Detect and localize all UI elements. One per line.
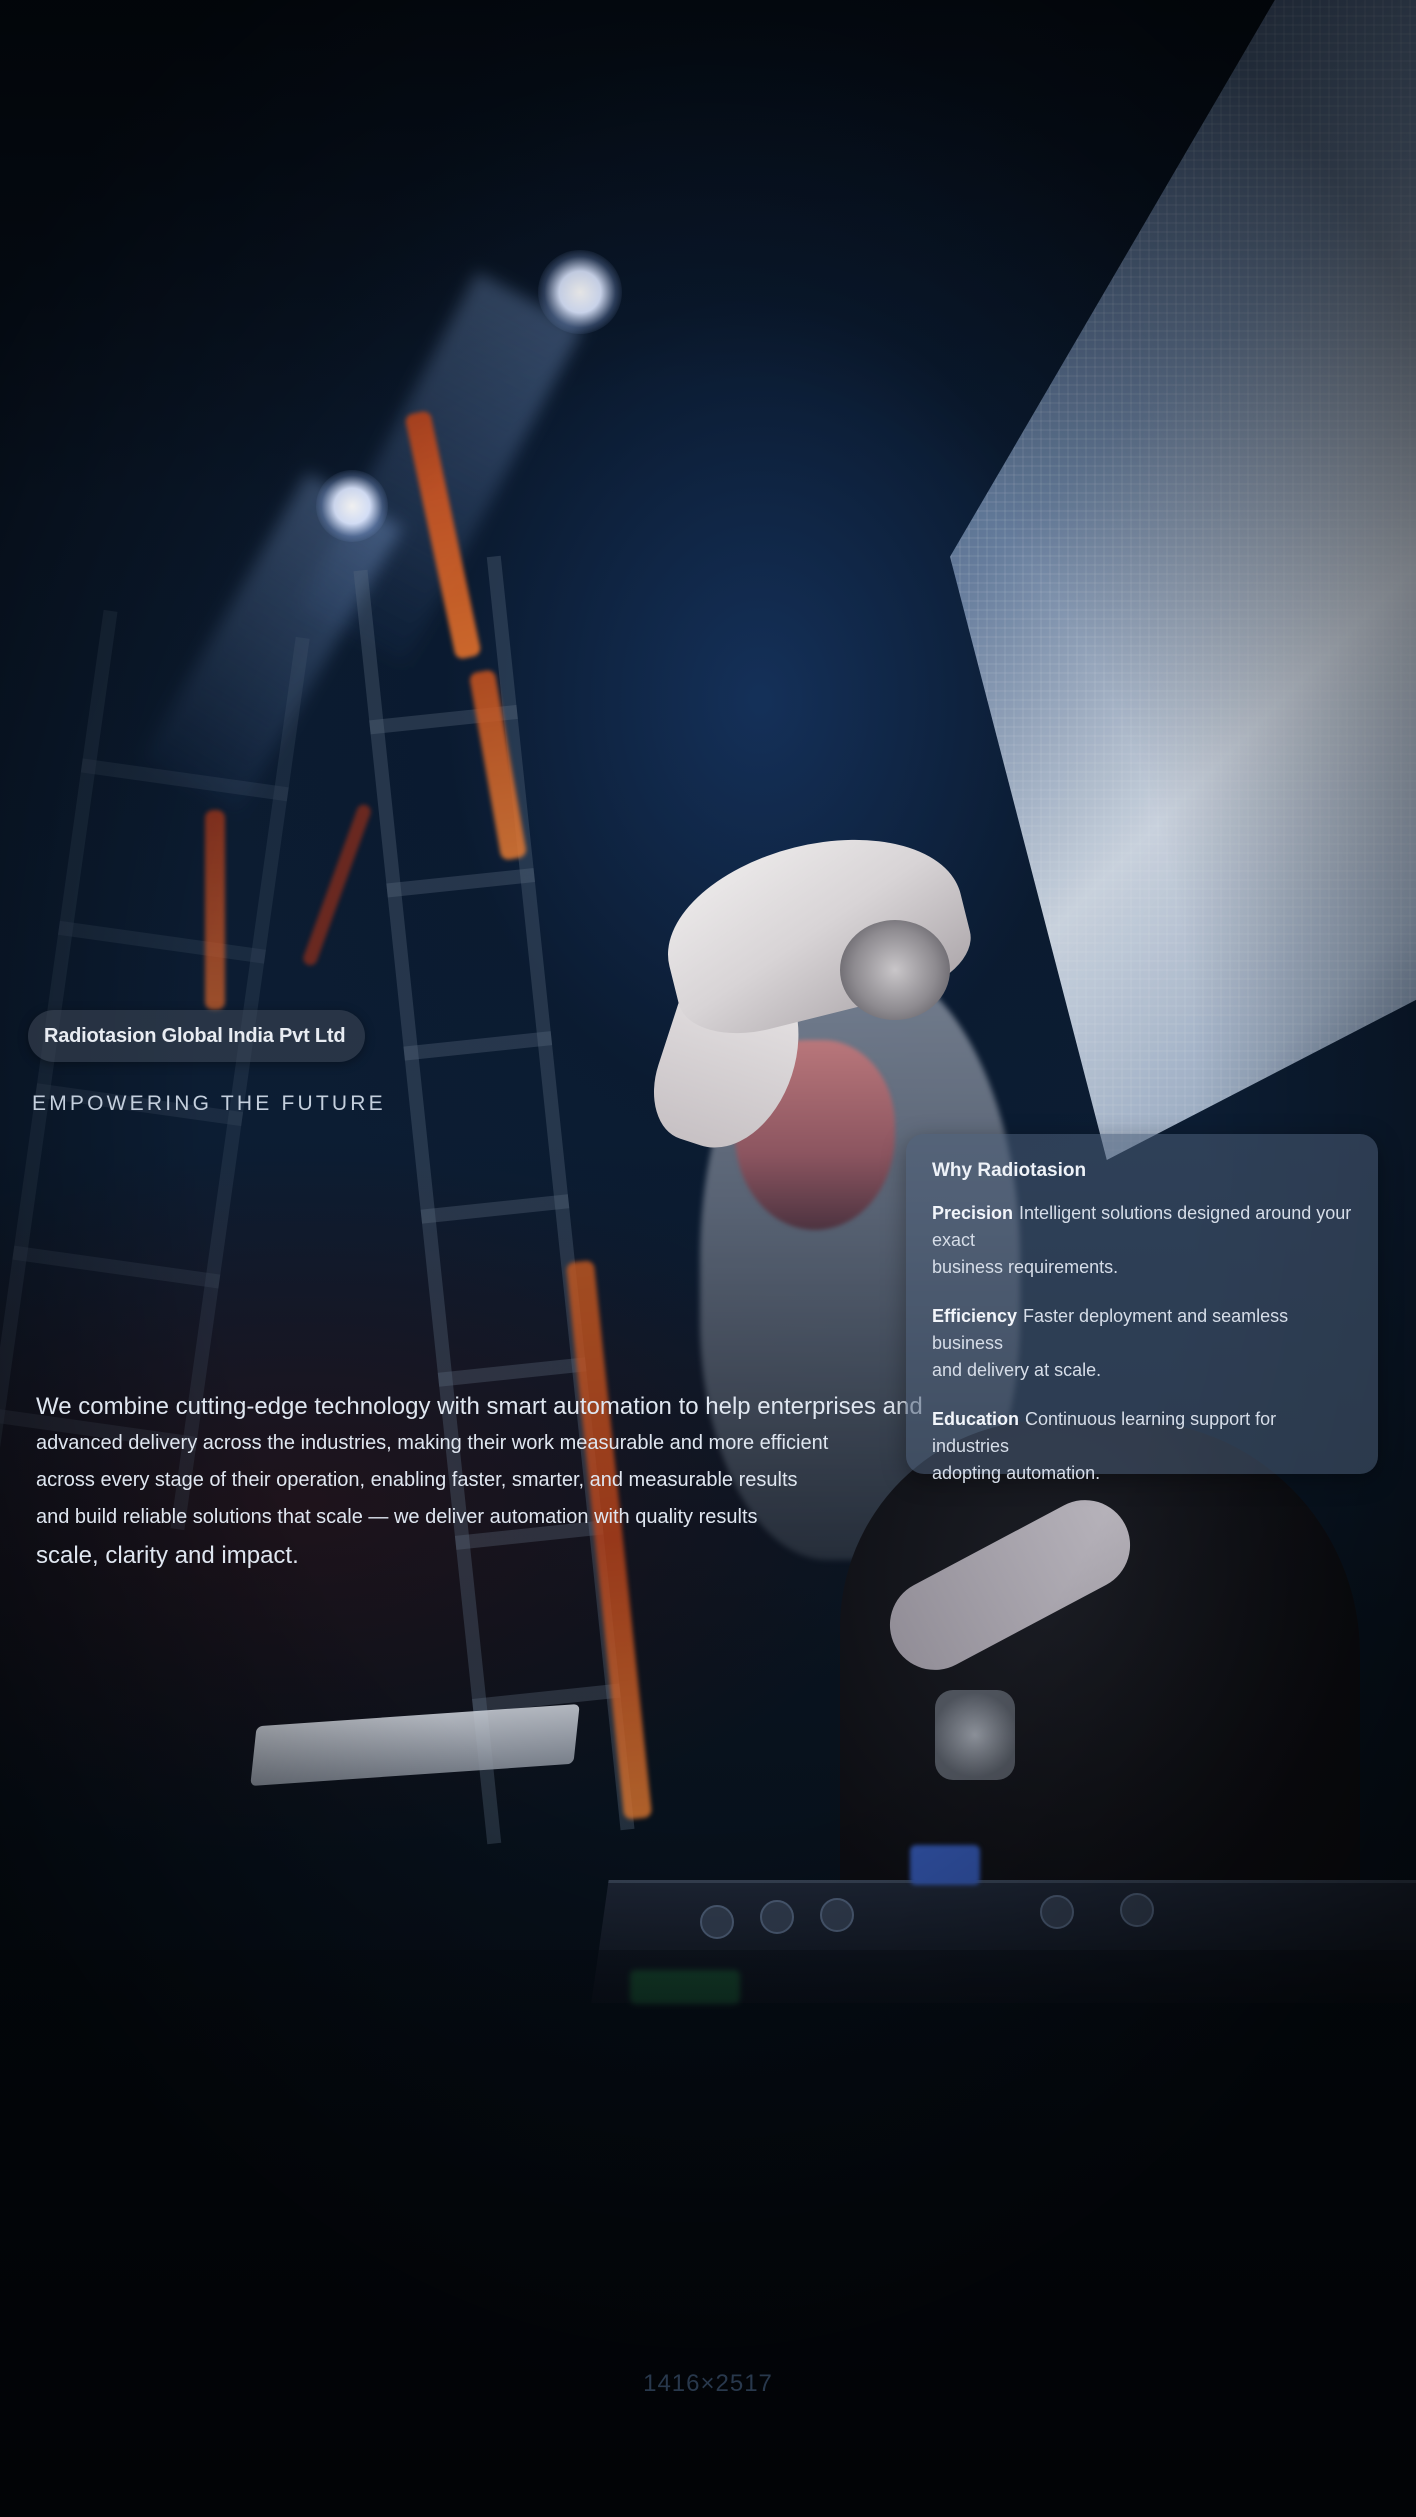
why-us-item: Education Continuous learning support for… bbox=[932, 1406, 1354, 1487]
why-us-text: adopting automation. bbox=[932, 1463, 1101, 1483]
company-name: Radiotasion Global India Pvt Ltd bbox=[44, 1024, 346, 1047]
why-us-term: Precision bbox=[932, 1203, 1014, 1223]
why-us-term: Education bbox=[932, 1409, 1020, 1429]
about-line: and build reliable solutions that scale … bbox=[36, 1506, 758, 1528]
why-us-title: Why Radiotasion bbox=[932, 1160, 1087, 1181]
company-name-badge: Radiotasion Global India Pvt Ltd bbox=[28, 1010, 366, 1062]
hero-tagline: EMPOWERING THE FUTURE bbox=[32, 1092, 386, 1115]
why-us-text: business requirements. bbox=[932, 1257, 1119, 1277]
why-us-item: Precision Intelligent solutions designed … bbox=[932, 1200, 1354, 1281]
image-dimensions-label: 1416×2517 bbox=[643, 2370, 773, 2397]
about-line: scale, clarity and impact. bbox=[36, 1542, 299, 1569]
about-line: across every stage of their operation, e… bbox=[36, 1469, 798, 1491]
about-line: We combine cutting-edge technology with … bbox=[36, 1393, 923, 1420]
about-paragraph: We combine cutting-edge technology with … bbox=[36, 1392, 923, 1579]
why-us-item: Efficiency Faster deployment and seamless… bbox=[932, 1303, 1354, 1384]
about-line: advanced delivery across the industries,… bbox=[36, 1432, 829, 1454]
why-us-card: Why Radiotasion Precision Intelligent sol… bbox=[906, 1134, 1378, 1483]
why-us-term: Efficiency bbox=[932, 1306, 1018, 1326]
why-us-text: and delivery at scale. bbox=[932, 1360, 1102, 1380]
